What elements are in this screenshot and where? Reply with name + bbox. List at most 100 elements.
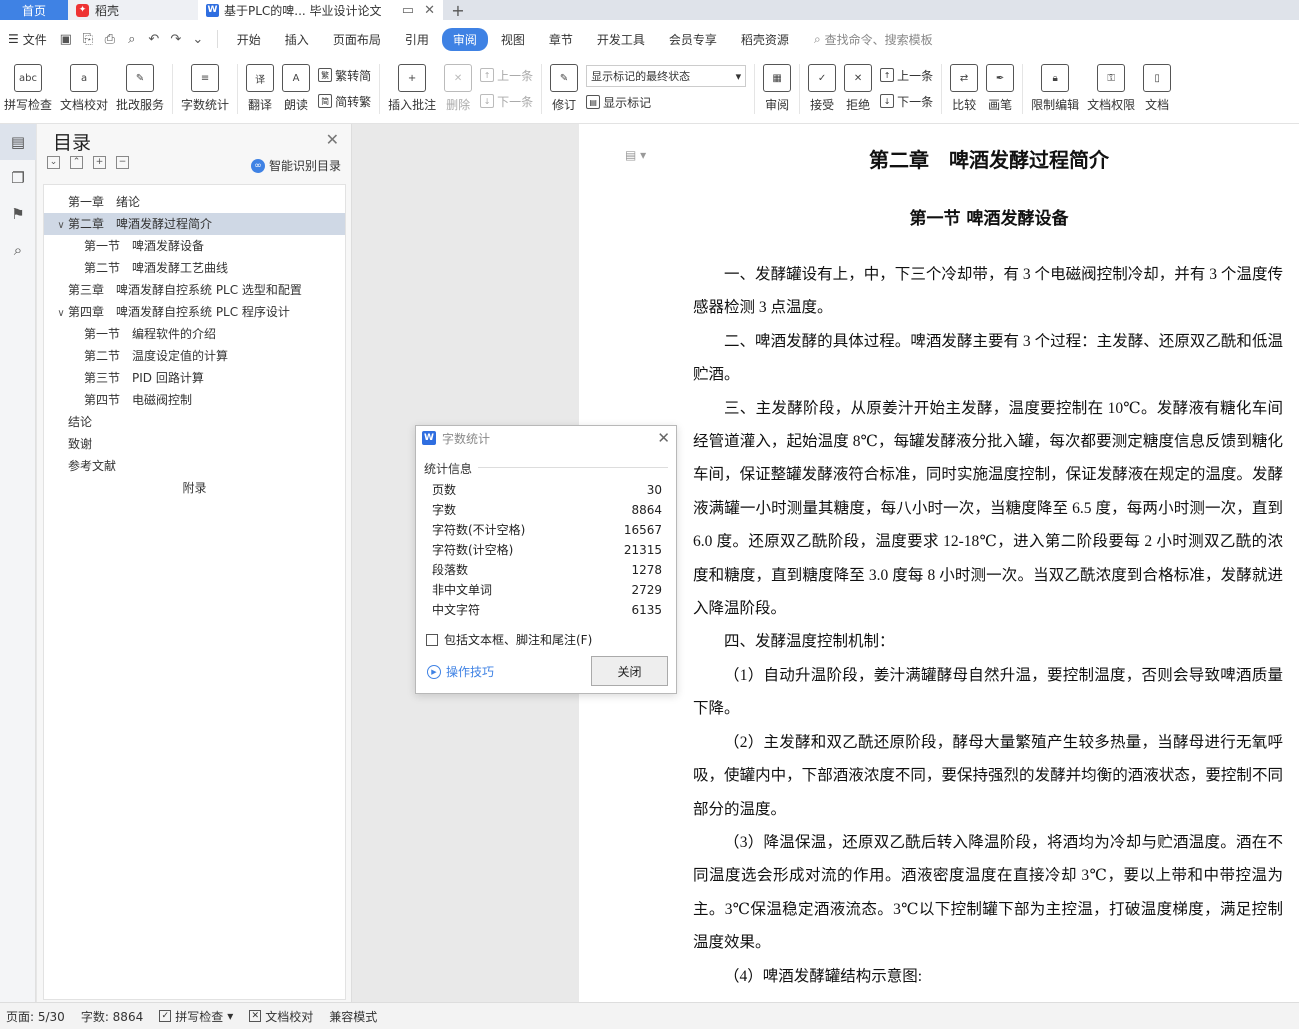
new-tab-icon[interactable]: +	[443, 0, 473, 20]
toc-item[interactable]: 第三节 PID 回路计算	[44, 367, 345, 389]
toc-item[interactable]: ∨ 第二章 啤酒发酵过程简介	[44, 213, 345, 235]
tab-daoke-label: 稻壳	[95, 3, 120, 18]
expand-caret-icon[interactable]: ∨	[54, 303, 68, 325]
search-icon[interactable]: ⌕	[0, 232, 36, 268]
word-count-button[interactable]: ≡ 字数统计	[177, 62, 233, 118]
correction-service-button[interactable]: ✎ 批改服务	[112, 62, 168, 118]
next-comment-button[interactable]: ↓ 下一条	[480, 93, 533, 110]
divider	[541, 64, 543, 114]
tips-link[interactable]: ▶ 操作技巧	[427, 663, 494, 680]
remove-heading-icon[interactable]: −	[116, 156, 129, 169]
toc-item[interactable]: 第四节 电磁阀控制	[44, 389, 345, 411]
review-pane-button[interactable]: ▦ 审阅	[759, 62, 795, 118]
menu-tab-resources[interactable]: 稻壳资源	[730, 28, 800, 51]
insert-comment-button[interactable]: + 插入批注	[384, 62, 440, 118]
delete-comment-button[interactable]: ✕ 删除	[440, 62, 476, 118]
divider	[754, 64, 756, 114]
checkbox-label: 包括文本框、脚注和尾注(F)	[444, 633, 593, 647]
menu-tab-start[interactable]: 开始	[226, 28, 272, 51]
chapter-nav-icon[interactable]: ❐	[0, 160, 36, 196]
toc-item[interactable]: ∨ 第四章 啤酒发酵自控系统 PLC 程序设计	[44, 301, 345, 323]
next-change-icon: ↓	[880, 94, 895, 108]
toc-item[interactable]: 第一节 啤酒发酵设备	[44, 235, 345, 257]
translate-button[interactable]: 译翻译	[242, 62, 278, 118]
menu-tab-chapter[interactable]: 章节	[538, 28, 584, 51]
translate-label: 翻译	[248, 98, 273, 112]
expand-caret-icon[interactable]: ∨	[54, 215, 68, 237]
spell-check-button[interactable]: abc 拼写检查	[0, 62, 56, 118]
compare-button[interactable]: ⇄ 比较	[946, 62, 982, 118]
close-icon[interactable]: ✕	[657, 429, 670, 447]
document-more-label: 文档	[1145, 98, 1170, 112]
paragraph: 四、发酵温度控制机制：	[724, 633, 895, 651]
word-count-indicator[interactable]: 字数: 8864	[81, 1008, 143, 1025]
toc-item[interactable]: 第一章 绪论	[44, 191, 345, 213]
export-pdf-icon[interactable]: ⎘	[77, 32, 99, 47]
tab-home[interactable]: 首页	[0, 0, 68, 20]
show-markup-button[interactable]: ▤ 显示标记	[586, 94, 746, 111]
document-page[interactable]: ▤ ▾ 第二章 啤酒发酵过程简介 第一节 啤酒发酵设备 一、发酵罐设有上，中，下…	[579, 124, 1299, 1002]
toc-item[interactable]: 第二节 温度设定值的计算	[44, 345, 345, 367]
next-change-button[interactable]: ↓ 下一条	[880, 93, 933, 110]
expand-all-icon[interactable]: ⌃	[70, 156, 83, 169]
dialog-header: W 字数统计 ✕	[416, 426, 676, 450]
read-aloud-button[interactable]: A 朗读	[278, 62, 314, 118]
undo-icon[interactable]: ↶	[143, 32, 165, 47]
toc-title: 目录	[53, 132, 92, 154]
convert-group: 繁繁转简 简简转繁	[314, 62, 375, 114]
status-doc-check[interactable]: ✕ 文档校对	[249, 1008, 313, 1025]
toc-item[interactable]: 第二节 啤酒发酵工艺曲线	[44, 257, 345, 279]
add-heading-icon[interactable]: +	[93, 156, 106, 169]
bookmark-icon[interactable]: ⚑	[0, 196, 36, 232]
toc-item[interactable]: 第三章 啤酒发酵自控系统 PLC 选型和配置	[44, 279, 345, 301]
checkbox[interactable]	[426, 633, 438, 646]
command-search[interactable]: ⌕ 查找命令、搜索模板	[814, 31, 933, 48]
window-icon[interactable]: ▭	[402, 3, 414, 18]
menu-tab-review[interactable]: 审阅	[441, 27, 488, 51]
reject-button[interactable]: ✕ 拒绝	[840, 62, 876, 118]
toc-item[interactable]: 第一节 编程软件的介绍	[44, 323, 345, 345]
traditional-to-simplified-button[interactable]: 繁繁转简	[318, 67, 371, 84]
close-tab-icon[interactable]: ✕	[424, 3, 435, 18]
restrict-editing-button[interactable]: 🔒︎ 限制编辑	[1027, 62, 1083, 118]
markup-display-select[interactable]: 显示标记的最终状态 ▾	[586, 65, 747, 88]
smart-toc-button[interactable]: ∞ 智能识别目录	[250, 157, 341, 174]
menu-tab-insert[interactable]: 插入	[274, 28, 320, 51]
file-menu[interactable]: ☰ 文件	[8, 31, 47, 48]
redo-icon[interactable]: ↷	[165, 32, 187, 47]
prev-comment-button[interactable]: ↑ 上一条	[480, 67, 533, 84]
pen-button[interactable]: ✒ 画笔	[982, 62, 1018, 118]
menu-bar: ☰ 文件 ▣ ⎘ ⎙ ⌕ ↶ ↷ ⌄ 开始 插入 页面布局 引用 审阅 视图 章…	[0, 20, 1299, 58]
include-textbox-checkbox[interactable]: 包括文本框、脚注和尾注(F)	[426, 631, 592, 648]
menu-tab-view[interactable]: 视图	[490, 28, 536, 51]
close-button[interactable]: 关闭	[591, 656, 668, 686]
accept-button[interactable]: ✓ 接受	[804, 62, 840, 118]
tab-document[interactable]: W 基于PLC的啤... 毕业设计论文 ▭ ✕	[198, 0, 443, 20]
print-preview-icon[interactable]: ⌕	[121, 32, 143, 47]
simplified-to-traditional-button[interactable]: 简简转繁	[318, 93, 371, 110]
toc-item[interactable]: 结论	[44, 411, 345, 433]
toc-item[interactable]: 致谢	[44, 433, 345, 455]
track-changes-button[interactable]: ✎ 修订	[546, 62, 582, 118]
print-icon[interactable]: ⎙	[99, 32, 121, 47]
close-icon[interactable]: ✕	[326, 130, 339, 149]
menu-tab-layout[interactable]: 页面布局	[322, 28, 392, 51]
collapse-all-icon[interactable]: ⌄	[47, 156, 60, 169]
toc-item[interactable]: 附录	[44, 477, 345, 499]
page-indicator[interactable]: 页面: 5/30	[6, 1008, 65, 1025]
document-permission-button[interactable]: ⚿ 文档权限	[1083, 62, 1139, 118]
track-changes-label: 修订	[552, 98, 577, 112]
status-spell-check[interactable]: ✓ 拼写检查 ▾	[159, 1008, 233, 1025]
check-icon: ✓	[159, 1010, 172, 1022]
tab-daoke[interactable]: ✦ 稻壳	[68, 0, 198, 20]
document-more-button[interactable]: ▯ 文档	[1139, 62, 1175, 118]
toc-item[interactable]: 参考文献	[44, 455, 345, 477]
menu-tab-references[interactable]: 引用	[394, 28, 440, 51]
prev-change-button[interactable]: ↑ 上一条	[880, 67, 933, 84]
customize-chevron-icon[interactable]: ⌄	[187, 32, 209, 47]
doc-check-button[interactable]: a 文档校对	[56, 62, 112, 118]
save-icon[interactable]: ▣	[55, 32, 77, 47]
menu-tab-developer[interactable]: 开发工具	[586, 28, 656, 51]
menu-tab-member[interactable]: 会员专享	[658, 28, 728, 51]
toc-panel-icon[interactable]: ▤	[0, 124, 36, 160]
